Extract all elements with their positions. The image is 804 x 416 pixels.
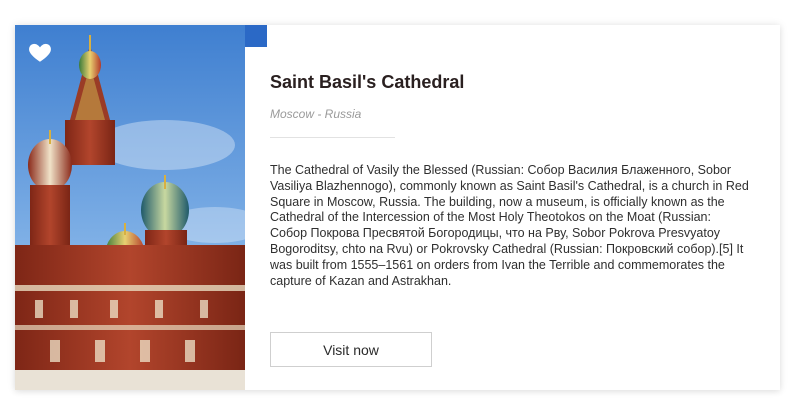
accent-corner-mask	[245, 47, 267, 390]
card-location: Moscow - Russia	[270, 107, 362, 121]
attraction-card: Saint Basil's Cathedral Moscow - Russia …	[15, 25, 780, 390]
card-description: The Cathedral of Vasily the Blessed (Rus…	[270, 163, 749, 288]
cathedral-photo	[15, 25, 245, 390]
divider	[270, 137, 395, 138]
visit-now-button[interactable]: Visit now	[270, 332, 432, 367]
accent-corner	[245, 25, 267, 47]
favorite-heart-icon[interactable]	[27, 39, 53, 65]
card-title: Saint Basil's Cathedral	[270, 72, 465, 92]
card-content: Saint Basil's Cathedral Moscow - Russia …	[270, 25, 770, 390]
